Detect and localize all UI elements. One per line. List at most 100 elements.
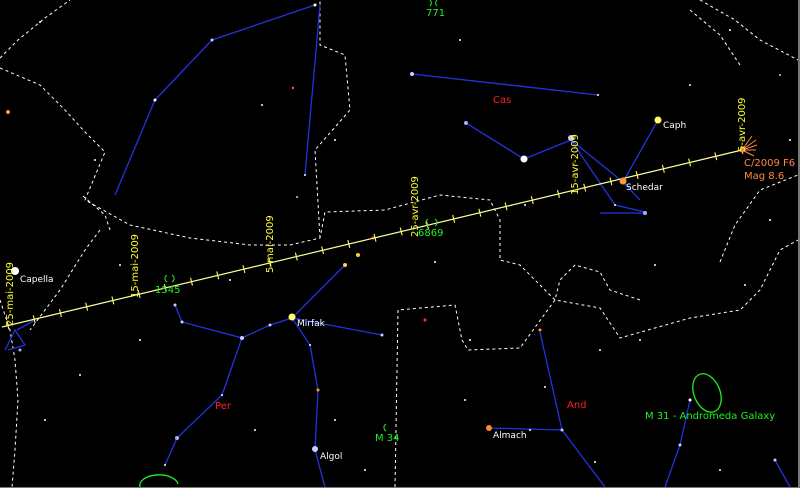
constellation-label-per: Per (215, 401, 232, 412)
star (296, 196, 298, 198)
star (304, 174, 306, 176)
star (119, 264, 121, 266)
star (380, 333, 384, 337)
star (789, 139, 791, 141)
constellation-line (164, 304, 243, 466)
star (94, 159, 96, 161)
galaxy-icon (692, 373, 722, 413)
star (334, 139, 336, 141)
star (599, 349, 601, 351)
star (291, 86, 295, 90)
star-algol (312, 446, 318, 452)
star (334, 419, 336, 421)
dso-label-1545: 1545 (155, 285, 180, 296)
star (254, 429, 256, 431)
boundary-line (394, 264, 641, 487)
constellation-line (241, 264, 346, 339)
star (459, 39, 461, 41)
star (356, 253, 360, 257)
deep-sky-objects (139, 0, 722, 487)
star (729, 29, 731, 31)
star (678, 443, 682, 447)
star (469, 339, 471, 341)
star (6, 110, 10, 114)
constellation-line (411, 73, 599, 96)
sky-map: 5-avr-2009 15-avr-2009 25-avr-2009 5-mai… (0, 0, 798, 487)
star (538, 328, 542, 332)
star (221, 394, 223, 396)
star (164, 464, 166, 466)
star (261, 104, 263, 106)
date-label: 15-mai-2009 (130, 234, 141, 298)
dso-label-6869: 6869 (418, 228, 443, 239)
comet-designation: C/2009 F6 (744, 158, 795, 169)
constellation-line (304, 4, 321, 176)
constellation-line (561, 429, 606, 487)
star-chart: 5-avr-2009 15-avr-2009 25-avr-2009 5-mai… (0, 0, 800, 488)
star (79, 374, 81, 376)
constellation-line (465, 119, 659, 183)
boundary-line (0, 67, 798, 339)
constellation-label-and: And (567, 400, 587, 411)
open-cluster-icon (164, 274, 175, 283)
constellation-line (4, 328, 27, 351)
star (529, 429, 531, 431)
star (210, 38, 214, 42)
field-stars (6, 3, 791, 471)
star (520, 155, 528, 163)
star-almach (486, 425, 492, 431)
star (614, 204, 616, 206)
named-stars (11, 116, 662, 452)
star (719, 469, 721, 471)
dso-label-m31: M 31 - Andromeda Galaxy (645, 411, 775, 422)
dso-label-m34: M 34 (375, 433, 400, 444)
star (464, 399, 466, 401)
star (313, 3, 317, 7)
star (639, 339, 641, 341)
star (44, 419, 46, 421)
star (779, 74, 781, 76)
star (464, 121, 468, 125)
galaxy-icon (139, 474, 179, 487)
star (773, 458, 777, 462)
star (594, 461, 596, 463)
open-cluster-icon (429, 0, 438, 7)
star-label-mirfak: Mirfak (297, 319, 326, 329)
constellation-label-cas: Cas (493, 95, 511, 106)
boundary-line (719, 174, 798, 263)
star-label-capella: Capella (20, 275, 54, 285)
path-date-labels: 5-avr-2009 15-avr-2009 25-avr-2009 5-mai… (5, 97, 748, 326)
star-label-caph: Caph (663, 121, 686, 131)
boundary-line (314, 0, 351, 239)
star (597, 94, 599, 96)
open-cluster-icon (383, 423, 387, 432)
constellation-line (114, 4, 316, 196)
star-label-almach: Almach (493, 431, 527, 441)
date-label: 25-mai-2009 (5, 262, 16, 326)
star (524, 204, 526, 206)
date-label: 15-avr-2009 (570, 134, 581, 195)
star (180, 320, 184, 324)
constellation-line (774, 459, 791, 487)
star (544, 386, 546, 388)
star (268, 323, 272, 327)
star (643, 211, 647, 215)
comet-path-ticks (6, 145, 744, 330)
comet-magnitude: Mag 8.6 (744, 171, 784, 182)
star (364, 469, 366, 471)
date-label: 5-avr-2009 (737, 97, 748, 152)
star-mirfak (288, 313, 296, 321)
star (316, 388, 320, 392)
boundary-line (0, 0, 71, 59)
dso-label-771: 771 (426, 8, 445, 19)
star (309, 344, 311, 346)
star (688, 398, 692, 402)
constellation-line (489, 331, 563, 431)
star (173, 303, 177, 307)
star (744, 284, 746, 286)
star (689, 84, 691, 86)
star-label-schedar: Schedar (626, 183, 663, 193)
star (654, 264, 656, 266)
star-label-algol: Algol (320, 452, 342, 462)
star (560, 428, 564, 432)
